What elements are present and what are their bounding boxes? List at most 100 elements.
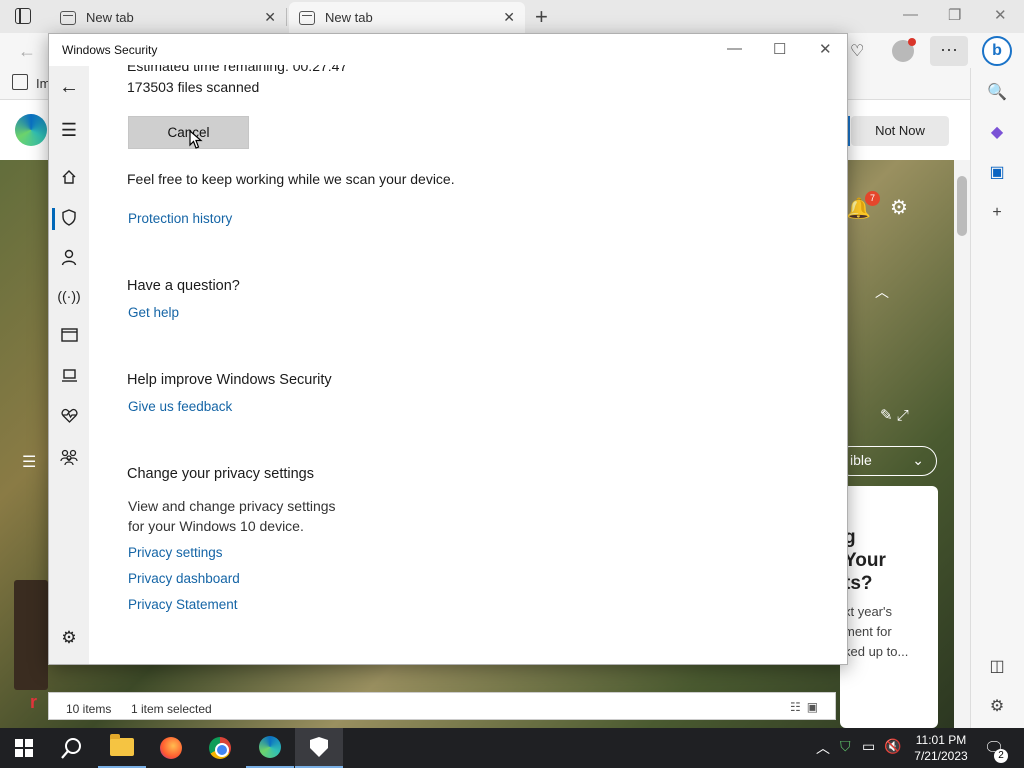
close-tab-icon[interactable]: ✕ [503,9,515,26]
clock-date: 7/21/2023 [914,749,968,763]
person-icon[interactable] [49,249,89,271]
taskbar-file-explorer[interactable] [98,728,146,768]
card-title-line: Your [844,550,886,571]
tab-label: New tab [86,10,134,25]
card-title-line: g [844,527,856,548]
taskbar-edge[interactable] [246,728,294,768]
time-remaining-text: Estimated time remaining: 00:27:47 [127,58,348,74]
improve-heading: Help improve Windows Security [127,372,332,388]
settings-and-more-button[interactable]: ··· [930,36,968,66]
chevron-down-icon: ⌄ [912,452,924,468]
tab-actions-icon[interactable] [15,8,31,24]
search-icon[interactable]: 🔍 [987,82,1007,102]
page-scrollbar[interactable] [954,160,970,728]
windows-security-window: Windows Security — ☐ ✕ ← ☰ ((·)) ⚙ Estim… [48,33,848,665]
files-scanned-text: 173503 files scanned [127,79,260,95]
get-help-link[interactable]: Get help [128,305,179,320]
browser-close-icon[interactable]: ✕ [994,6,1007,24]
taskbar-chrome[interactable] [196,728,244,768]
card-title-line: ts? [844,573,873,594]
browser-tab-2[interactable]: New tab ✕ [289,2,525,33]
keep-working-text: Feel free to keep working while we scan … [127,171,455,187]
home-icon[interactable] [49,169,89,190]
page-tools-icons[interactable]: ✎ ⤢ [880,406,909,424]
profile-avatar[interactable] [892,38,916,62]
nav-rail: ← ☰ ((·)) ⚙ [49,66,89,664]
bing-copilot-icon[interactable]: b [982,36,1012,66]
shield-icon[interactable] [49,209,89,231]
page-scrollbar-thumb[interactable] [957,176,967,236]
heart-health-icon[interactable] [49,408,89,428]
card-body-line: ment for [844,624,892,639]
browser-back-icon[interactable]: ← [18,41,36,62]
back-arrow-icon[interactable]: ← [49,76,89,99]
not-now-button[interactable]: Not Now [851,116,949,146]
page-menu-icon[interactable]: ☰ [22,452,36,472]
mouse-cursor-icon [189,130,203,149]
privacy-dashboard-link[interactable]: Privacy dashboard [128,571,240,586]
tools-icon[interactable]: ◆ [987,122,1007,142]
new-tab-favicon-icon [60,10,76,25]
privacy-settings-link[interactable]: Privacy settings [128,545,223,560]
close-icon[interactable]: ✕ [819,40,832,58]
search-icon [61,738,81,759]
browser-tab-1[interactable]: New tab ✕ [50,2,286,33]
dropdown-label: ible [850,452,872,468]
start-button[interactable] [0,728,48,768]
question-heading: Have a question? [127,278,240,294]
sidebar-settings-icon[interactable]: ⚙ [987,696,1007,716]
protection-history-link[interactable]: Protection history [128,211,232,226]
windows-logo-icon [15,739,33,757]
privacy-desc-line1: View and change privacy settings [128,498,336,514]
tab-label: New tab [325,10,373,25]
news-image [14,580,48,690]
volume-muted-icon[interactable]: 🔇 [884,738,901,755]
action-center-badge: 2 [994,749,1008,763]
wireless-icon[interactable]: ((·)) [49,288,89,304]
hide-sidebar-icon[interactable]: ◫ [987,656,1007,676]
selection-count: 1 item selected [131,702,212,716]
tab-separator [286,8,287,26]
taskbar-firefox[interactable] [147,728,195,768]
network-icon[interactable]: ▭ [862,738,875,755]
publisher-logo-icon: r [30,692,38,712]
hamburger-menu-icon[interactable]: ☰ [49,120,89,141]
new-tab-favicon-icon [299,10,315,25]
app-browser-icon[interactable] [49,328,89,347]
firefox-icon [160,737,182,759]
view-mode-icons[interactable]: ☷▣ [790,700,824,714]
feed-visibility-dropdown[interactable]: ible ⌄ [835,446,937,476]
page-settings-icon[interactable]: ⚙ [890,195,908,220]
close-tab-icon[interactable]: ✕ [264,9,276,26]
outlook-icon[interactable]: ▣ [987,162,1007,182]
taskbar-windows-security[interactable] [295,728,343,768]
folder-icon [110,734,134,756]
collapse-caret-icon[interactable]: ︿ [875,282,889,302]
minimize-icon[interactable]: — [727,40,742,57]
browser-essentials-icon[interactable]: ♡ [850,41,864,61]
windows-security-shield-icon [310,737,328,757]
explorer-status-bar: 10 items 1 item selected [48,692,836,720]
item-count: 10 items [66,702,112,716]
news-card-title: g Your ts? [844,526,940,595]
maximize-icon[interactable]: ☐ [773,40,786,58]
family-icon[interactable] [49,449,89,470]
show-hidden-icons-chevron-icon[interactable]: ︿ [816,738,830,758]
notification-badge: 7 [865,191,880,206]
clock-time: 11:01 PM [915,733,967,747]
privacy-desc-line2: for your Windows 10 device. [128,518,304,534]
privacy-statement-link[interactable]: Privacy Statement [128,597,238,612]
feedback-link[interactable]: Give us feedback [128,399,232,414]
system-clock[interactable]: 11:01 PM 7/21/2023 [908,732,974,764]
taskbar-search-button[interactable] [48,728,96,768]
defender-tray-icon[interactable]: ⛉ [840,738,851,755]
add-sidebar-app-icon[interactable]: + [987,204,1007,222]
laptop-icon[interactable] [49,369,89,387]
new-tab-button[interactable]: + [535,4,548,30]
edge-icon [259,736,281,758]
window-title: Windows Security [62,43,158,57]
browser-minimize-icon[interactable]: — [903,6,918,23]
settings-gear-icon[interactable]: ⚙ [49,628,89,648]
card-body-line: ked up to... [844,644,909,659]
browser-restore-icon[interactable]: ❐ [948,6,961,24]
